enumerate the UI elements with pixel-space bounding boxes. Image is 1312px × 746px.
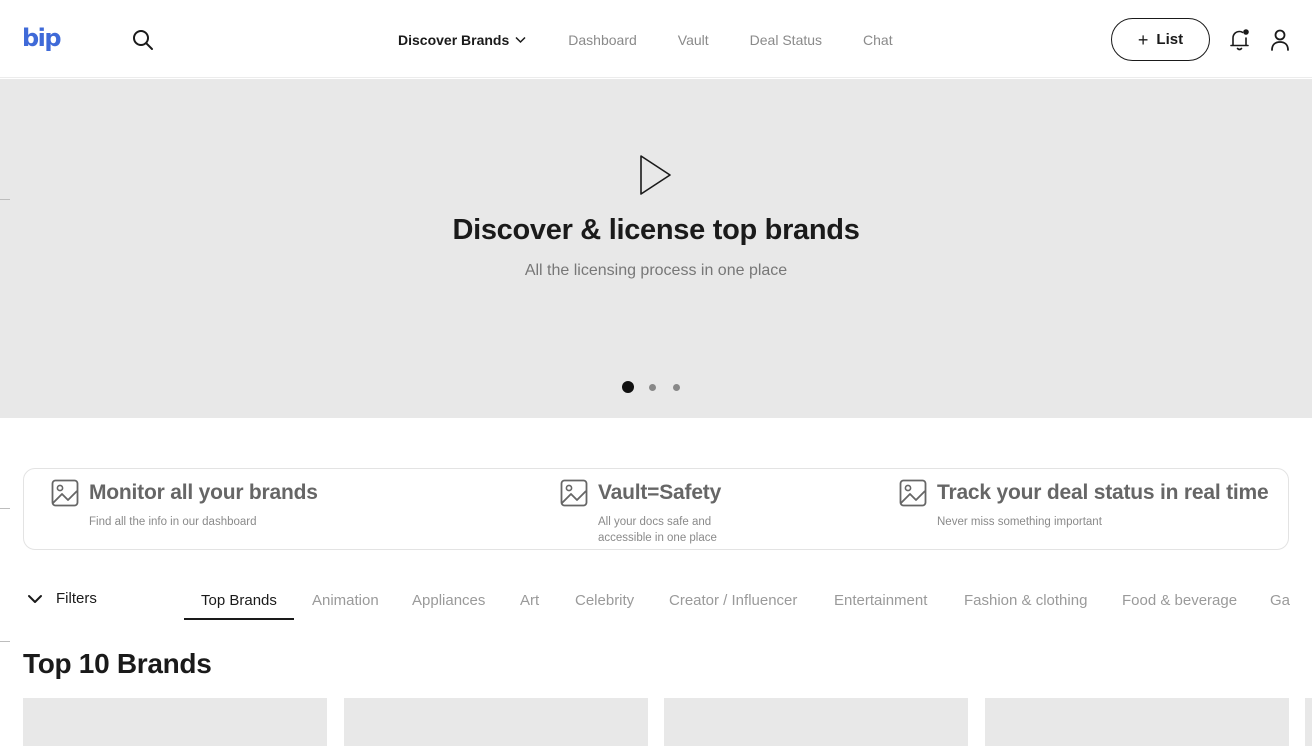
brand-card[interactable]: [985, 698, 1289, 746]
user-icon[interactable]: [1269, 28, 1291, 52]
edge-marker: [0, 508, 10, 509]
nav-discover-brands[interactable]: Discover Brands: [398, 28, 526, 52]
nav-chat[interactable]: Chat: [863, 28, 893, 52]
section-title: Top 10 Brands: [23, 648, 212, 679]
feature-description: Find all the info in our dashboard: [89, 516, 257, 528]
nav-discover-label: Discover Brands: [398, 32, 510, 48]
feature-title: Track your deal status in real time: [937, 481, 1269, 504]
feature-title: Monitor all your brands: [89, 481, 318, 504]
brand-card[interactable]: [1305, 698, 1312, 746]
main-nav: Discover Brands Dashboard Vault Deal Sta…: [398, 28, 934, 52]
nav-deal-status[interactable]: Deal Status: [750, 28, 822, 52]
category-tabs: Top Brands Animation Appliances Art Cele…: [184, 584, 1312, 620]
feature-description-line: accessible in one place: [598, 532, 717, 544]
chevron-down-icon: [28, 594, 42, 603]
tab-entertainment[interactable]: Entertainment: [834, 584, 927, 620]
bell-icon[interactable]: [1228, 27, 1252, 53]
brand-card[interactable]: [344, 698, 648, 746]
tab-animation[interactable]: Animation: [312, 584, 379, 620]
list-button-label: List: [1156, 31, 1184, 48]
bip-logo[interactable]: bip: [22, 22, 62, 54]
edge-marker: [0, 641, 10, 642]
feature-highlights: Monitor all your brands Find all the inf…: [23, 468, 1289, 550]
image-icon: [899, 479, 927, 507]
carousel-dot[interactable]: [622, 381, 634, 393]
image-icon: [51, 479, 79, 507]
nav-vault[interactable]: Vault: [678, 28, 709, 52]
tab-games[interactable]: Ga: [1270, 584, 1290, 620]
play-icon[interactable]: [639, 154, 673, 198]
chevron-down-icon: [515, 36, 526, 44]
search-icon[interactable]: [132, 29, 154, 51]
tab-celebrity[interactable]: Celebrity: [575, 584, 634, 620]
tab-food-beverage[interactable]: Food & beverage: [1122, 584, 1237, 620]
add-listing-button[interactable]: + List: [1111, 18, 1210, 61]
hero-banner: Discover & license top brands All the li…: [0, 79, 1312, 418]
feature-description-line: All your docs safe and: [598, 516, 712, 528]
filters-toggle[interactable]: Filters: [27, 590, 97, 607]
plus-icon: +: [1137, 29, 1149, 50]
tab-art[interactable]: Art: [520, 584, 539, 620]
tab-fashion-clothing[interactable]: Fashion & clothing: [964, 584, 1087, 620]
carousel-indicators: [622, 381, 697, 393]
filters-label: Filters: [56, 590, 97, 607]
feature-description: All your docs safe and accessible in one…: [598, 514, 717, 546]
edge-marker: [0, 199, 10, 200]
nav-dashboard[interactable]: Dashboard: [568, 28, 637, 52]
hero-title: Discover & license top brands: [452, 214, 860, 246]
tab-creator-influencer[interactable]: Creator / Influencer: [669, 584, 797, 620]
carousel-dot[interactable]: [673, 383, 680, 391]
tab-top-brands[interactable]: Top Brands: [184, 584, 294, 620]
top-nav-bar: bip Discover Brands Dashboard Vault Deal…: [0, 0, 1312, 78]
carousel-dot[interactable]: [649, 383, 656, 391]
tab-appliances[interactable]: Appliances: [412, 584, 485, 620]
feature-description: Never miss something important: [937, 516, 1102, 528]
hero-subtitle: All the licensing process in one place: [524, 262, 788, 279]
brand-card[interactable]: [23, 698, 327, 746]
brand-card[interactable]: [664, 698, 968, 746]
feature-title: Vault=Safety: [598, 481, 722, 504]
image-icon: [560, 479, 588, 507]
